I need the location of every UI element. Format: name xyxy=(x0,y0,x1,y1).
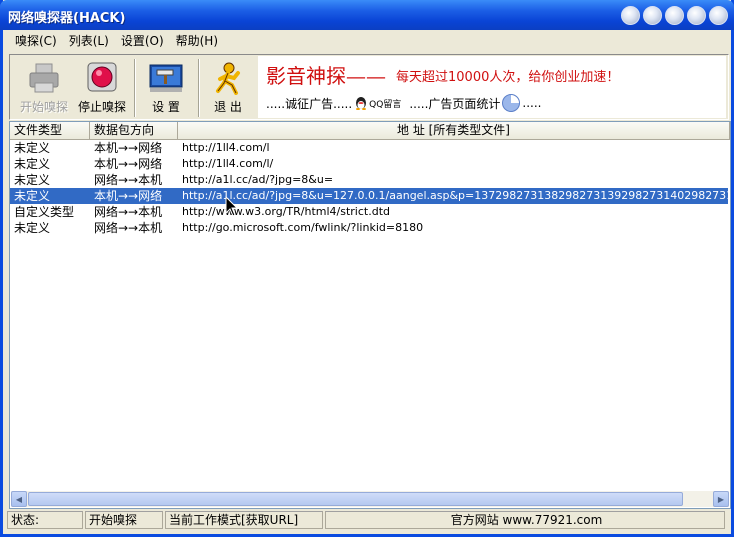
toolbar: 开始嗅探 停止嗅探 设 置 退 出 影音神探—— 每天超过10000人次，给你创… xyxy=(9,54,729,120)
record-stop-icon xyxy=(84,61,120,95)
title-button-4[interactable] xyxy=(687,6,706,25)
pie-chart-icon xyxy=(502,94,521,112)
ad-banner[interactable]: 影音神探—— 每天超过10000人次，给你创业加速！ .....诚征广告....… xyxy=(258,56,726,118)
cell-file-type: 未定义 xyxy=(14,141,51,155)
title-button-3[interactable] xyxy=(665,6,684,25)
cell-direction: 本机→→网络 xyxy=(94,141,163,155)
stop-sniff-button[interactable]: 停止嗅探 xyxy=(74,59,130,117)
table-row[interactable]: 未定义 本机→→网络 http://1ll4.com/l xyxy=(10,140,728,156)
exit-label: 退 出 xyxy=(214,100,242,114)
cell-file-type: 未定义 xyxy=(14,157,51,171)
ad-recruit-link[interactable]: .....诚征广告..... xyxy=(266,95,352,112)
mouse-cursor-icon xyxy=(225,195,239,218)
menu-list[interactable]: 列表(L) xyxy=(63,31,115,51)
list-header: 文件类型 数据包方向 地 址 [所有类型文件] xyxy=(10,122,730,140)
settings-button[interactable]: 设 置 xyxy=(138,59,194,117)
packet-list[interactable]: 文件类型 数据包方向 地 址 [所有类型文件] 未定义 本机→→网络 http://… xyxy=(9,121,731,509)
start-sniff-button[interactable]: 开始嗅探 xyxy=(16,59,72,117)
qq-message-link[interactable]: QQ留言 xyxy=(369,97,401,110)
cell-file-type: 自定义类型 xyxy=(14,205,75,219)
site-url[interactable]: www.77921.com xyxy=(503,513,603,527)
toolbar-separator xyxy=(134,59,136,117)
list-rows: 未定义 本机→→网络 http://1ll4.com/l 未定义 本机→→网络 http:… xyxy=(10,140,728,236)
column-address[interactable]: 地 址 [所有类型文件] xyxy=(178,122,730,140)
table-row[interactable]: 未定义 网络→→本机 http://a1l.cc/ad/?jpg=8&u= xyxy=(10,172,728,188)
cell-direction: 本机→→网络 xyxy=(94,157,163,171)
table-row[interactable]: 未定义 本机→→网络 http://a1l.cc/ad/?jpg=8&u=127.0… xyxy=(10,188,728,204)
site-label: 官方网站 xyxy=(450,513,499,527)
exit-button[interactable]: 退 出 xyxy=(200,59,256,117)
cell-file-type: 未定义 xyxy=(14,221,51,235)
cell-file-type: 未定义 xyxy=(14,189,51,203)
cell-direction: 本机→→网络 xyxy=(94,189,163,203)
title-button-2[interactable] xyxy=(643,6,662,25)
hammer-monitor-icon xyxy=(148,61,184,95)
column-direction[interactable]: 数据包方向 xyxy=(90,122,178,140)
cell-url: http://a1l.cc/ad/?jpg=8&u=127.0.0.1/aang… xyxy=(182,189,728,202)
cell-direction: 网络→→本机 xyxy=(94,205,163,219)
ad-title: 影音神探—— xyxy=(266,64,386,88)
title-bar[interactable]: 网络嗅探器(HACK) xyxy=(0,0,734,30)
status-value: 开始嗅探 xyxy=(85,511,163,529)
window-title: 网络嗅探器(HACK) xyxy=(8,11,126,26)
menu-settings[interactable]: 设置(O) xyxy=(115,31,170,51)
ad-slogan: 每天超过10000人次，给你创业加速！ xyxy=(396,70,620,85)
title-button-1[interactable] xyxy=(621,6,640,25)
work-mode: 当前工作模式[获取URL] xyxy=(165,511,323,529)
settings-label: 设 置 xyxy=(152,100,180,114)
scroll-right-button[interactable]: ▶ xyxy=(713,491,729,507)
title-buttons xyxy=(621,6,728,25)
stop-sniff-label: 停止嗅探 xyxy=(77,100,126,114)
cell-url: http://www.w3.org/TR/html4/strict.dtd xyxy=(182,205,391,218)
column-file-type[interactable]: 文件类型 xyxy=(10,122,90,140)
menu-bar: 嗅探(C) 列表(L) 设置(O) 帮助(H) xyxy=(3,30,731,52)
scroll-left-button[interactable]: ◀ xyxy=(11,491,27,507)
horizontal-scrollbar[interactable]: ◀ ▶ xyxy=(11,491,729,507)
menu-help[interactable]: 帮助(H) xyxy=(170,31,224,51)
table-row[interactable]: 未定义 网络→→本机 http://go.microsoft.com/fwlink/… xyxy=(10,220,728,236)
scroll-thumb[interactable] xyxy=(28,492,683,506)
qq-penguin-icon xyxy=(354,96,368,110)
cell-url: http://go.microsoft.com/fwlink/?linkid=8… xyxy=(182,221,424,234)
table-row[interactable]: 未定义 本机→→网络 http://1ll4.com/l/ xyxy=(10,156,728,172)
cell-direction: 网络→→本机 xyxy=(94,173,163,187)
cell-url: http://1ll4.com/l xyxy=(182,141,270,154)
table-row[interactable]: 自定义类型 网络→→本机 http://www.w3.org/TR/html4/st… xyxy=(10,204,728,220)
status-label: 状态: xyxy=(7,511,83,529)
ad-dots-end: ..... xyxy=(522,96,542,110)
title-button-5[interactable] xyxy=(709,6,728,25)
cell-url: http://1ll4.com/l/ xyxy=(182,157,274,170)
main-window: 网络嗅探器(HACK) 嗅探(C) 列表(L) 设置(O) 帮助(H) 开始嗅探 xyxy=(0,0,734,537)
menu-sniff[interactable]: 嗅探(C) xyxy=(9,31,63,51)
ad-stats-link[interactable]: .....广告页面统计 xyxy=(409,95,500,112)
start-sniff-label: 开始嗅探 xyxy=(19,100,68,114)
running-man-icon xyxy=(210,61,246,95)
cell-url: http://a1l.cc/ad/?jpg=8&u= xyxy=(182,173,334,186)
ad-links: .....诚征广告..... QQ留言 .....广告页面统计 ..... xyxy=(266,94,541,112)
status-bar: 状态: 开始嗅探 当前工作模式[获取URL] 官方网站 www.77921.co… xyxy=(3,511,731,531)
cell-file-type: 未定义 xyxy=(14,173,51,187)
printer-icon xyxy=(26,61,62,95)
official-site[interactable]: 官方网站 www.77921.com xyxy=(325,511,725,529)
cell-direction: 网络→→本机 xyxy=(94,221,163,235)
